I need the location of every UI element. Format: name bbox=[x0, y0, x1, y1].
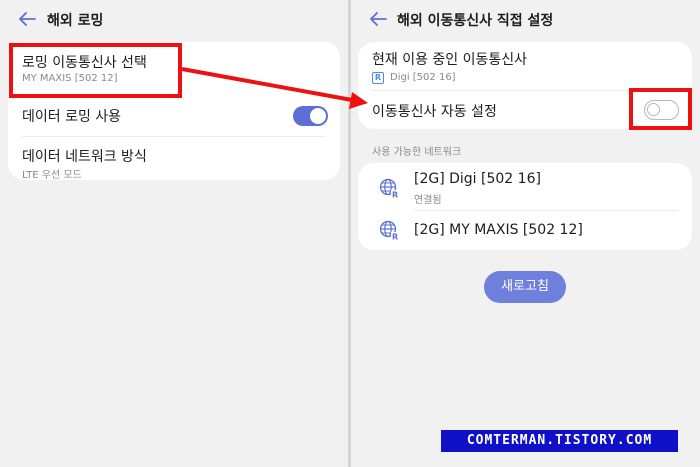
right-pane: 해외 이동통신사 직접 설정 현재 이용 중인 이동통신사 R Digi [50… bbox=[351, 0, 700, 467]
left-header: 해외 로밍 bbox=[0, 0, 348, 38]
highlight-box-roaming-carrier bbox=[9, 43, 182, 98]
network-name: [2G] MY MAXIS [502 12] bbox=[414, 222, 583, 238]
network-list-card: R [2G] Digi [502 16] 연결됨 R [2G] MY MAXIS… bbox=[358, 163, 692, 250]
current-carrier-label: 현재 이용 중인 이동통신사 bbox=[372, 52, 528, 68]
globe-network-icon: R bbox=[379, 178, 399, 198]
back-arrow-icon[interactable] bbox=[18, 11, 36, 27]
available-networks-heading: 사용 가능한 네트워크 bbox=[372, 147, 462, 158]
toggle-knob bbox=[310, 108, 326, 124]
data-roaming-item[interactable]: 데이터 로밍 사용 bbox=[8, 92, 340, 136]
auto-carrier-label: 이동통신사 자동 설정 bbox=[372, 104, 497, 120]
page-title: 해외 이동통신사 직접 설정 bbox=[397, 13, 554, 29]
network-status: 연결됨 bbox=[414, 195, 442, 206]
highlight-box-auto-toggle bbox=[629, 88, 692, 130]
current-carrier-value: Digi [502 16] bbox=[390, 72, 456, 83]
roaming-badge-icon: R bbox=[372, 72, 384, 84]
svg-text:R: R bbox=[392, 191, 398, 199]
back-arrow-icon[interactable] bbox=[369, 11, 387, 27]
refresh-button[interactable]: 새로고침 bbox=[484, 271, 566, 303]
network-name: [2G] Digi [502 16] bbox=[414, 171, 541, 187]
svg-text:R: R bbox=[392, 233, 398, 241]
page-title: 해외 로밍 bbox=[47, 13, 104, 29]
globe-network-icon: R bbox=[379, 220, 399, 240]
watermark: COMTERMAN.TISTORY.COM bbox=[441, 430, 678, 452]
network-item-maxis[interactable]: R [2G] MY MAXIS [502 12] bbox=[358, 210, 692, 250]
network-item-digi[interactable]: R [2G] Digi [502 16] 연결됨 bbox=[358, 163, 692, 210]
data-roaming-label: 데이터 로밍 사용 bbox=[22, 109, 122, 125]
right-header: 해외 이동통신사 직접 설정 bbox=[351, 0, 700, 38]
data-network-mode-item[interactable]: 데이터 네트워크 방식 LTE 우선 모드 bbox=[8, 136, 340, 181]
data-network-mode-value: LTE 우선 모드 bbox=[22, 170, 82, 181]
data-roaming-toggle[interactable] bbox=[293, 106, 328, 126]
data-network-mode-label: 데이터 네트워크 방식 bbox=[22, 149, 147, 165]
current-carrier-item: 현재 이용 중인 이동통신사 R Digi [502 16] bbox=[358, 42, 692, 90]
